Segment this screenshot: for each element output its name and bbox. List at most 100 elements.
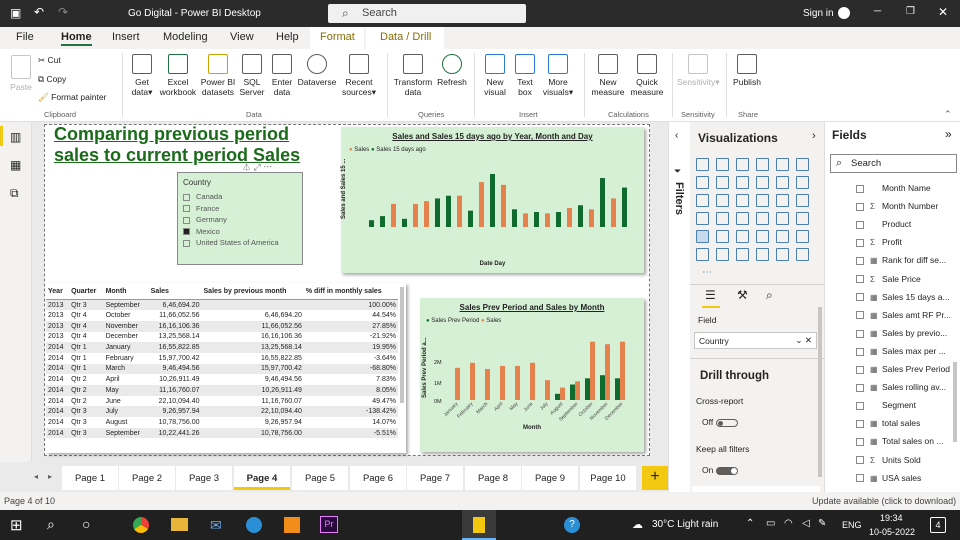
- tab-file[interactable]: File: [16, 31, 34, 43]
- windows-start-icon[interactable]: ⊞: [10, 516, 23, 534]
- tab-format[interactable]: Format: [320, 31, 355, 43]
- table-row[interactable]: 2013 Qtr 3 September 6,46,694.20 100.00%: [46, 299, 398, 311]
- chart1-bar[interactable]: [468, 210, 473, 227]
- chart1-bar[interactable]: [545, 213, 550, 227]
- visual-type-icon[interactable]: [756, 248, 769, 261]
- slicer-item[interactable]: Germany: [183, 215, 297, 227]
- refresh-button[interactable]: Refresh: [436, 54, 468, 87]
- table-row[interactable]: 2014 Qtr 2 June 22,10,094.40 11,16,760.07 49.…: [46, 396, 398, 407]
- report-view-icon[interactable]: ▥: [10, 130, 21, 144]
- transform-data-button[interactable]: Transform data: [392, 54, 434, 97]
- save-icon[interactable]: ▣: [10, 6, 21, 20]
- chart1-bar[interactable]: [534, 212, 539, 227]
- visual-type-icon[interactable]: [736, 230, 749, 243]
- undo-icon[interactable]: ↶: [34, 5, 44, 19]
- chart1-bar[interactable]: [600, 178, 605, 227]
- sensitivity-button[interactable]: Sensitivity▾: [677, 54, 720, 87]
- visual-type-icon[interactable]: [796, 176, 809, 189]
- chart2-bar[interactable]: [560, 387, 565, 400]
- chart2-bar[interactable]: [545, 380, 550, 400]
- analytics-icon[interactable]: ⌕: [766, 288, 773, 303]
- publish-button[interactable]: Publish: [730, 54, 764, 87]
- field-item[interactable]: ▦ USA sales: [856, 473, 921, 483]
- table-row[interactable]: 2014 Qtr 1 January 16,55,822.85 13,25,568.14…: [46, 342, 398, 353]
- chart2-bar[interactable]: [585, 378, 590, 400]
- search-icon[interactable]: ⌕: [47, 516, 55, 533]
- visual-type-icon[interactable]: [736, 176, 749, 189]
- page-tab[interactable]: Page 7: [407, 466, 463, 490]
- visual-type-icon[interactable]: [796, 212, 809, 225]
- chart1-bar[interactable]: [446, 195, 451, 227]
- avatar-icon[interactable]: [838, 7, 850, 19]
- visual-type-icon[interactable]: [776, 230, 789, 243]
- new-visual-button[interactable]: New visual: [480, 54, 510, 97]
- table-row[interactable]: 2014 Qtr 1 March 9,46,494.56 15,97,700.42 -68…: [46, 363, 398, 375]
- visual-type-icon[interactable]: [756, 194, 769, 207]
- field-item[interactable]: ▦ Total sales on ...: [856, 436, 943, 446]
- next-page-icon[interactable]: ▸: [48, 472, 52, 481]
- column-header[interactable]: Year: [46, 283, 70, 300]
- table-row[interactable]: 2013 Qtr 4 October 11,66,052.56 6,46,694.20 4…: [46, 310, 398, 321]
- field-checkbox[interactable]: [856, 438, 864, 447]
- cut-button[interactable]: ✂ Cut: [38, 55, 61, 65]
- chart2-bar[interactable]: [575, 381, 580, 400]
- add-page-button[interactable]: +: [642, 466, 668, 490]
- dataverse-button[interactable]: Dataverse: [297, 54, 337, 87]
- field-item[interactable]: Product: [856, 219, 911, 229]
- visual-type-icon[interactable]: [716, 158, 729, 171]
- visual-type-icon[interactable]: [716, 176, 729, 189]
- sublime-icon[interactable]: [284, 517, 300, 533]
- sign-in-link[interactable]: Sign in: [803, 8, 834, 19]
- tab-insert[interactable]: Insert: [112, 31, 140, 43]
- column-header[interactable]: Sales by previous month: [201, 283, 304, 300]
- battery-icon[interactable]: ▭: [766, 518, 775, 529]
- visual-type-icon[interactable]: [796, 158, 809, 171]
- collapse-fields-icon[interactable]: »: [945, 127, 952, 141]
- field-checkbox[interactable]: [856, 420, 864, 429]
- visual-type-icon[interactable]: [696, 248, 709, 261]
- filters-pane[interactable]: ‹ ⏷ Filters: [668, 122, 690, 492]
- field-checkbox[interactable]: [856, 239, 864, 248]
- page-tab[interactable]: Page 10: [580, 466, 636, 490]
- field-checkbox[interactable]: [856, 202, 864, 211]
- visual-type-icon[interactable]: [736, 158, 749, 171]
- fields-scrollbar[interactable]: [953, 362, 957, 442]
- more-visuals-button[interactable]: More visuals▾: [540, 54, 576, 97]
- slicer-item[interactable]: Mexico: [183, 227, 297, 239]
- sql-server-button[interactable]: SQL Server: [238, 54, 266, 97]
- chart1-bar[interactable]: [622, 187, 627, 227]
- chart1-bar[interactable]: [479, 182, 484, 227]
- chart1-bar[interactable]: [424, 201, 429, 227]
- page-tab[interactable]: Page 6: [350, 466, 406, 490]
- table-row[interactable]: 2014 Qtr 2 May 11,16,760.07 10,26,911.49 8.05…: [46, 385, 398, 396]
- column-header[interactable]: Month: [103, 283, 149, 300]
- recent-sources-button[interactable]: Recent sources▾: [339, 54, 379, 97]
- chart1-bar[interactable]: [501, 184, 506, 227]
- field-checkbox[interactable]: [856, 184, 864, 193]
- table-row[interactable]: 2014 Qtr 3 September 10,22,441.26 10,78,756.…: [46, 427, 398, 439]
- field-checkbox[interactable]: [856, 456, 864, 465]
- file-explorer-icon[interactable]: [171, 518, 188, 531]
- volume-icon[interactable]: ◁: [802, 518, 810, 529]
- fields-well-icon[interactable]: ☰: [705, 288, 716, 302]
- visual-type-icon[interactable]: [796, 230, 809, 243]
- collapse-viz-icon[interactable]: ›: [812, 130, 816, 142]
- fields-search-input[interactable]: ⌕ Search: [830, 154, 957, 173]
- page-tab[interactable]: Page 3: [176, 466, 232, 490]
- chart1-bar[interactable]: [457, 195, 462, 227]
- chart2-bar[interactable]: [615, 378, 620, 400]
- chart2-bar[interactable]: [600, 375, 605, 400]
- minimize-icon[interactable]: ─: [874, 6, 881, 17]
- chart1-bar[interactable]: [589, 209, 594, 227]
- column-header[interactable]: Quarter: [69, 283, 104, 300]
- column-header[interactable]: Sales: [148, 283, 202, 300]
- chart2-bar[interactable]: [500, 365, 505, 400]
- visual-type-icon[interactable]: [776, 194, 789, 207]
- weather-text[interactable]: 30°C Light rain: [652, 519, 718, 530]
- page-tab[interactable]: Page 2: [119, 466, 175, 490]
- chart2-bar[interactable]: [455, 367, 460, 400]
- new-measure-button[interactable]: New measure: [589, 54, 627, 97]
- copy-button[interactable]: ⧉ Copy: [38, 74, 66, 84]
- chart1-bar[interactable]: [523, 213, 528, 227]
- field-item[interactable]: ▦ Sales 15 days a...: [856, 292, 950, 302]
